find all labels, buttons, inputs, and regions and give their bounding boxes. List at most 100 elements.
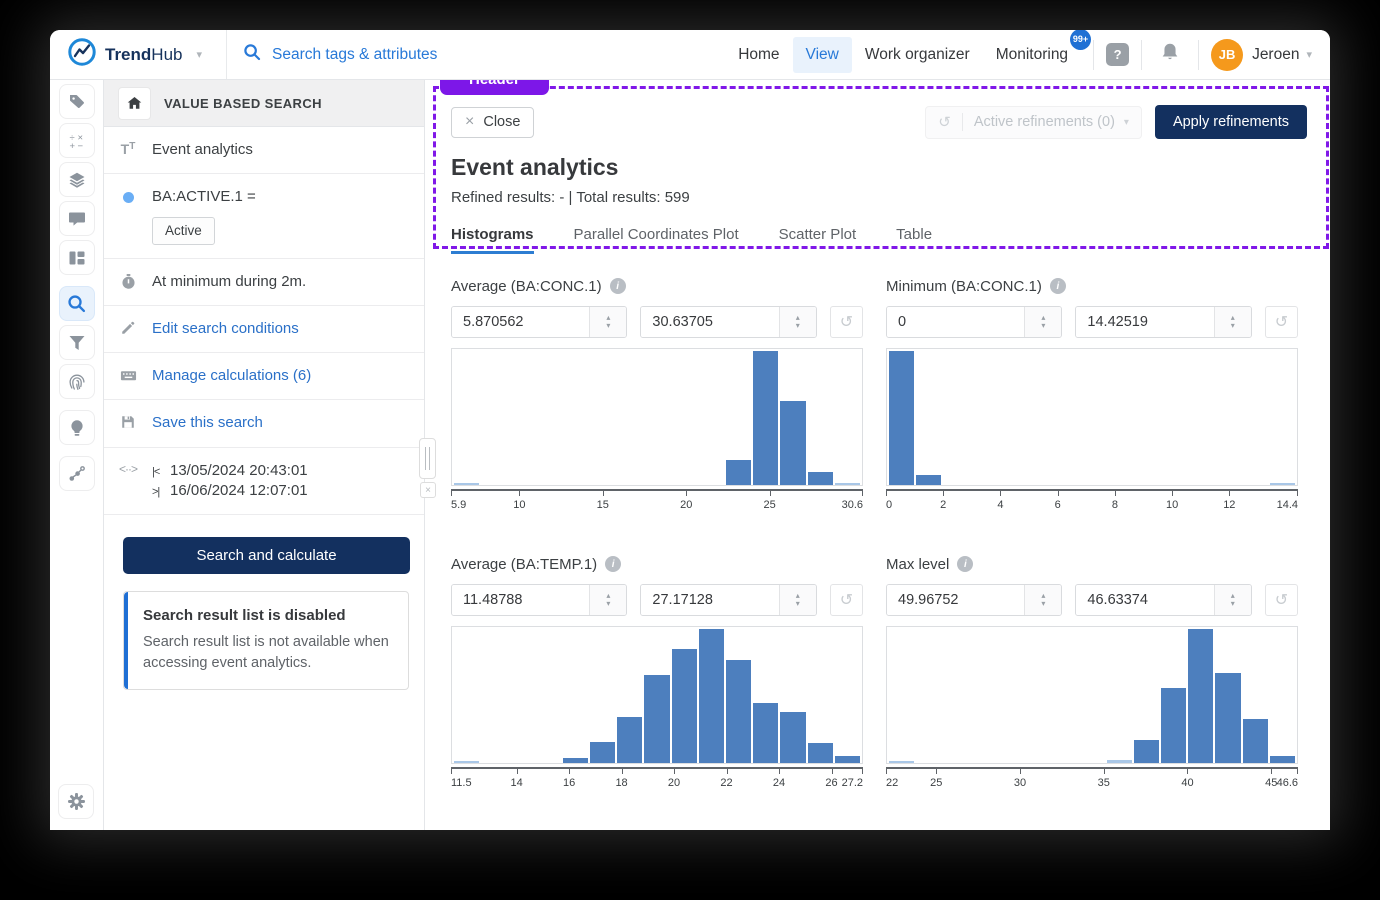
manage-calculations-link[interactable]: Manage calculations (6) [152,366,311,386]
histogram-max-field[interactable]: ▴▾ [640,584,816,616]
brand[interactable]: TrendHub ▾ [50,30,227,79]
histogram-bar[interactable] [590,742,615,763]
histogram-chart[interactable] [451,348,863,486]
histogram-bar[interactable] [699,629,724,763]
nav-view[interactable]: View [793,37,852,73]
rail-dashboard-button[interactable] [59,240,95,275]
tab-scatter-plot[interactable]: Scatter Plot [779,226,857,254]
histogram-bar[interactable] [1188,629,1213,763]
stepper-arrows-icon[interactable]: ▴▾ [1024,307,1061,337]
histogram-min-field[interactable]: ▴▾ [451,584,627,616]
chevron-down-icon[interactable]: ▾ [1306,48,1312,61]
info-icon[interactable]: i [957,556,973,572]
histogram-bar[interactable] [916,475,941,485]
histogram-min-input[interactable] [887,585,1024,615]
histogram-bar[interactable] [1134,740,1159,763]
histogram-bar[interactable] [672,649,697,763]
rail-fingerprint-button[interactable] [59,364,95,399]
histogram-bar[interactable] [835,483,860,485]
histogram-bar[interactable] [617,717,642,763]
histogram-bar[interactable] [454,761,479,763]
rail-tags-button[interactable] [59,84,95,119]
chevron-down-icon[interactable]: ▾ [196,48,202,61]
histogram-bar[interactable] [726,660,751,763]
histogram-min-input[interactable] [452,307,589,337]
active-refinements-dropdown[interactable]: ↺ Active refinements (0) ▾ [925,106,1142,139]
rail-insights-button[interactable] [59,410,95,445]
rail-filter-button[interactable] [59,325,95,360]
edit-search-conditions-link[interactable]: Edit search conditions [152,319,299,339]
histogram-min-input[interactable] [452,585,589,615]
histogram-min-input[interactable] [887,307,1024,337]
panel-collapse-button[interactable]: × [420,482,436,498]
search-input[interactable] [270,45,510,65]
histogram-bar[interactable] [808,472,833,485]
avatar[interactable]: JB [1211,39,1243,71]
histogram-bar[interactable] [780,401,805,485]
histogram-reset-button[interactable]: ↺ [1265,584,1298,616]
histogram-bar[interactable] [1107,760,1132,763]
histogram-bar[interactable] [1243,719,1268,763]
nav-monitoring[interactable]: Monitoring 99+ [983,37,1081,73]
rail-layers-button[interactable] [59,162,95,197]
nav-home[interactable]: Home [725,37,792,73]
histogram-bar[interactable] [889,761,914,763]
info-icon[interactable]: i [1050,278,1066,294]
tab-histograms[interactable]: Histograms [451,226,534,254]
apply-refinements-button[interactable]: Apply refinements [1155,105,1307,139]
panel-home-button[interactable] [118,87,151,120]
bell-icon[interactable] [1160,42,1180,67]
histogram-max-input[interactable] [1076,307,1213,337]
save-search-row[interactable]: Save this search [104,400,424,447]
settings-gear-button[interactable] [58,784,94,819]
edit-conditions-row[interactable]: Edit search conditions [104,306,424,353]
histogram-max-field[interactable]: ▴▾ [1075,306,1251,338]
search-and-calculate-button[interactable]: Search and calculate [123,537,410,574]
histogram-reset-button[interactable]: ↺ [830,306,863,338]
save-this-search-link[interactable]: Save this search [152,413,263,433]
histogram-chart[interactable] [886,348,1298,486]
histogram-bar[interactable] [644,675,669,763]
rail-comments-button[interactable] [59,201,95,236]
panel-resize-handle[interactable] [419,438,436,479]
info-icon[interactable]: i [610,278,626,294]
histogram-bar[interactable] [454,483,479,485]
histogram-chart[interactable] [886,626,1298,764]
rail-calculations-button[interactable]: ÷×+− [59,123,95,158]
stepper-arrows-icon[interactable]: ▴▾ [779,585,816,615]
histogram-reset-button[interactable]: ↺ [830,584,863,616]
histogram-min-field[interactable]: ▴▾ [886,584,1062,616]
histogram-bar[interactable] [780,712,805,763]
histogram-max-field[interactable]: ▴▾ [640,306,816,338]
histogram-bar[interactable] [726,460,751,485]
user-name[interactable]: Jeroen [1252,46,1299,64]
info-icon[interactable]: i [605,556,621,572]
histogram-min-field[interactable]: ▴▾ [451,306,627,338]
tab-table[interactable]: Table [896,226,932,254]
histogram-bar[interactable] [753,703,778,763]
close-button[interactable]: × Close [451,107,534,138]
nav-work-organizer[interactable]: Work organizer [852,37,983,73]
help-icon[interactable]: ? [1106,43,1129,66]
stepper-arrows-icon[interactable]: ▴▾ [589,307,626,337]
rail-search-button[interactable] [59,286,95,321]
stepper-arrows-icon[interactable]: ▴▾ [589,585,626,615]
stepper-arrows-icon[interactable]: ▴▾ [1214,307,1251,337]
histogram-min-field[interactable]: ▴▾ [886,306,1062,338]
histogram-bar[interactable] [563,758,588,763]
histogram-max-input[interactable] [1076,585,1213,615]
rail-graph-button[interactable] [59,456,95,491]
histogram-max-input[interactable] [641,585,778,615]
tab-parallel-coordinates-plot[interactable]: Parallel Coordinates Plot [574,226,739,254]
histogram-bar[interactable] [889,351,914,485]
manage-calculations-row[interactable]: Manage calculations (6) [104,353,424,400]
histogram-bar[interactable] [1270,483,1295,485]
stepper-arrows-icon[interactable]: ▴▾ [1214,585,1251,615]
histogram-chart[interactable] [451,626,863,764]
histogram-bar[interactable] [1215,673,1240,763]
stepper-arrows-icon[interactable]: ▴▾ [779,307,816,337]
histogram-max-field[interactable]: ▴▾ [1075,584,1251,616]
histogram-bar[interactable] [1161,688,1186,763]
histogram-bar[interactable] [1270,756,1295,763]
histogram-max-input[interactable] [641,307,778,337]
